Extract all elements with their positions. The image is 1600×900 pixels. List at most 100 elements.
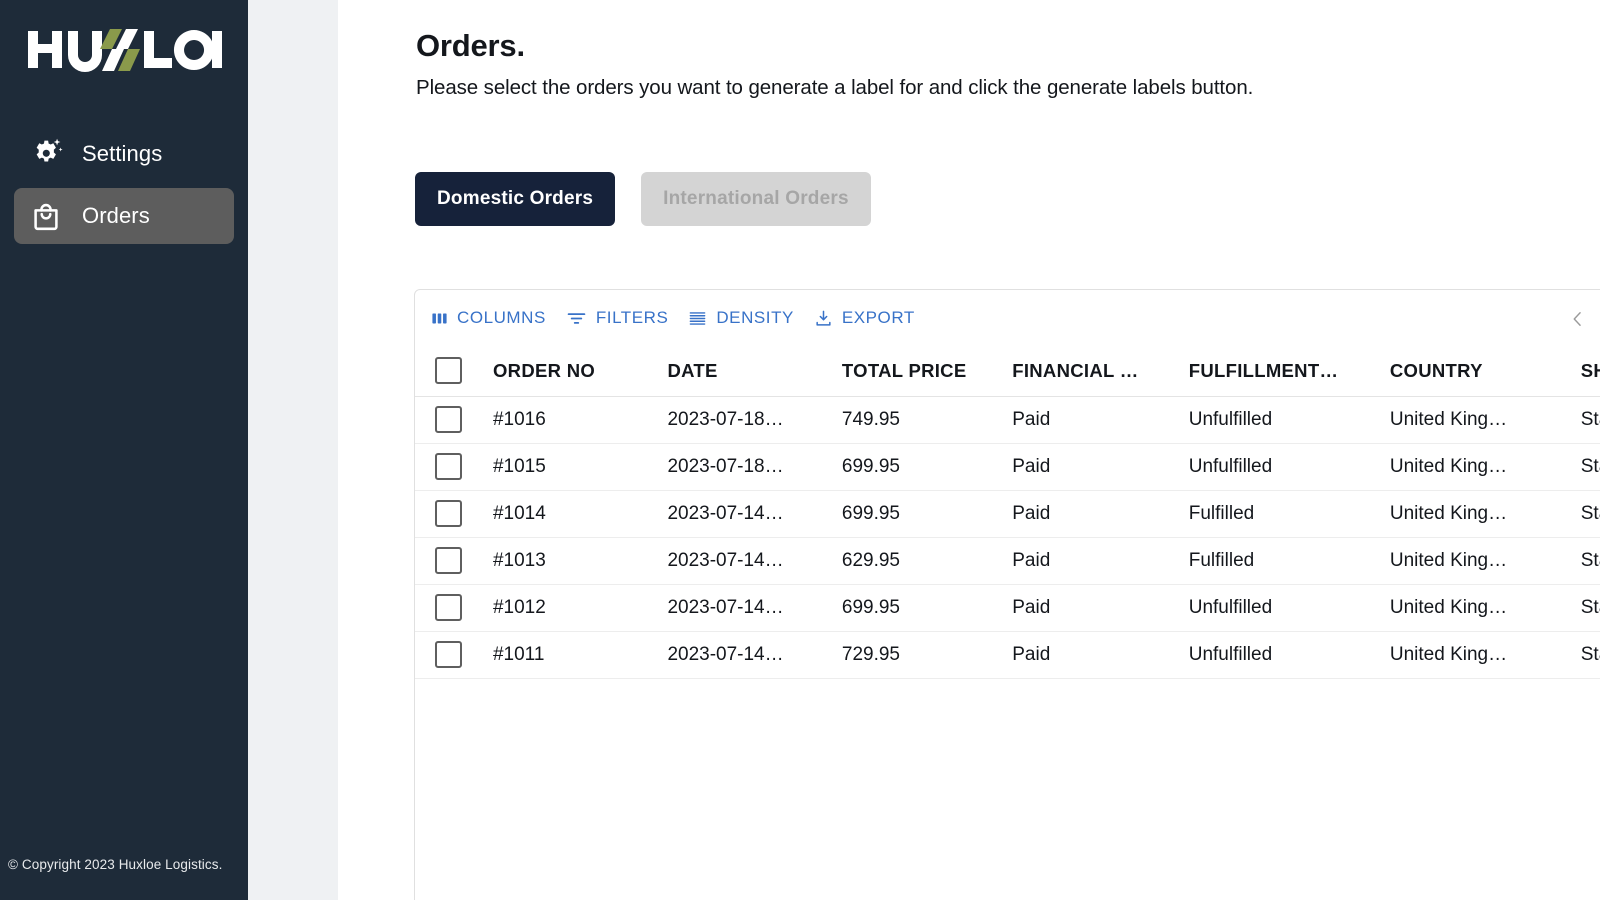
cell-date: 2023-07-14… bbox=[667, 584, 841, 631]
datagrid-toolbar: COLUMNS FILTERS bbox=[415, 290, 1600, 346]
cell-total-price: 749.95 bbox=[842, 396, 1012, 443]
cell-date: 2023-07-18… bbox=[667, 443, 841, 490]
density-button[interactable]: DENSITY bbox=[678, 302, 804, 334]
cell-date: 2023-07-14… bbox=[667, 537, 841, 584]
row-checkbox[interactable] bbox=[435, 641, 462, 668]
columns-button[interactable]: COLUMNS bbox=[421, 302, 556, 334]
cell-country: United King… bbox=[1390, 396, 1581, 443]
sidebar-item-orders[interactable]: Orders bbox=[14, 188, 234, 244]
row-select-cell bbox=[415, 631, 493, 678]
cell-country: United King… bbox=[1390, 443, 1581, 490]
cell-fulfillment-status: Fulfilled bbox=[1189, 537, 1390, 584]
columns-icon bbox=[431, 310, 448, 327]
orders-datagrid: COLUMNS FILTERS bbox=[414, 289, 1600, 900]
sidebar-item-label: Settings bbox=[70, 141, 162, 167]
cell-total-price: 699.95 bbox=[842, 443, 1012, 490]
row-checkbox[interactable] bbox=[435, 594, 462, 621]
cell-fulfillment-status: Fulfilled bbox=[1189, 490, 1390, 537]
row-select-cell bbox=[415, 396, 493, 443]
cell-order-no: #1015 bbox=[493, 443, 667, 490]
datagrid-empty-space bbox=[415, 679, 1600, 900]
page-title: Orders. bbox=[416, 28, 525, 64]
cell-order-no: #1011 bbox=[493, 631, 667, 678]
export-button[interactable]: EXPORT bbox=[804, 302, 925, 334]
shopping-bag-icon bbox=[30, 200, 70, 232]
cell-shipping: Sta bbox=[1581, 537, 1600, 584]
header-total-price[interactable]: TOTAL PRICE bbox=[842, 346, 1012, 396]
row-select-cell bbox=[415, 537, 493, 584]
table-row[interactable]: #1013 2023-07-14… 629.95 Paid Fulfilled … bbox=[415, 537, 1600, 584]
cell-fulfillment-status: Unfulfilled bbox=[1189, 443, 1390, 490]
header-country[interactable]: COUNTRY bbox=[1390, 346, 1581, 396]
cell-order-no: #1012 bbox=[493, 584, 667, 631]
cell-order-no: #1013 bbox=[493, 537, 667, 584]
row-checkbox[interactable] bbox=[435, 406, 462, 433]
cell-shipping: Sta bbox=[1581, 396, 1600, 443]
tab-international-orders[interactable]: International Orders bbox=[641, 172, 871, 226]
orders-table-head: ORDER NO DATE TOTAL PRICE FINANCIAL … FU… bbox=[415, 346, 1600, 396]
columns-button-label: COLUMNS bbox=[457, 308, 546, 328]
table-row[interactable]: #1016 2023-07-18… 749.95 Paid Unfulfille… bbox=[415, 396, 1600, 443]
cell-country: United King… bbox=[1390, 631, 1581, 678]
app-root: Settings Orders © Copyright 2023 Huxloe … bbox=[0, 0, 1600, 900]
orders-table-body: #1016 2023-07-18… 749.95 Paid Unfulfille… bbox=[415, 396, 1600, 678]
table-row[interactable]: #1015 2023-07-18… 699.95 Paid Unfulfille… bbox=[415, 443, 1600, 490]
cell-date: 2023-07-18… bbox=[667, 396, 841, 443]
cell-financial-status: Paid bbox=[1012, 537, 1189, 584]
table-header-row: ORDER NO DATE TOTAL PRICE FINANCIAL … FU… bbox=[415, 346, 1600, 396]
cell-fulfillment-status: Unfulfilled bbox=[1189, 631, 1390, 678]
filter-list-icon bbox=[566, 308, 587, 329]
cell-country: United King… bbox=[1390, 490, 1581, 537]
header-order-no[interactable]: ORDER NO bbox=[493, 346, 667, 396]
density-lines-icon bbox=[688, 309, 707, 328]
row-checkbox[interactable] bbox=[435, 547, 462, 574]
sidebar: Settings Orders © Copyright 2023 Huxloe … bbox=[0, 0, 248, 900]
cell-financial-status: Paid bbox=[1012, 584, 1189, 631]
header-financial-status[interactable]: FINANCIAL … bbox=[1012, 346, 1189, 396]
huxloe-logo-icon bbox=[26, 21, 222, 77]
cell-shipping: Sta bbox=[1581, 631, 1600, 678]
cell-country: United King… bbox=[1390, 584, 1581, 631]
header-fulfillment-status[interactable]: FULFILLMENT… bbox=[1189, 346, 1390, 396]
row-select-cell bbox=[415, 490, 493, 537]
row-select-cell bbox=[415, 443, 493, 490]
table-row[interactable]: #1012 2023-07-14… 699.95 Paid Unfulfille… bbox=[415, 584, 1600, 631]
filters-button-label: FILTERS bbox=[596, 308, 669, 328]
cell-date: 2023-07-14… bbox=[667, 631, 841, 678]
select-all-header bbox=[415, 346, 493, 396]
orders-table: ORDER NO DATE TOTAL PRICE FINANCIAL … FU… bbox=[415, 346, 1600, 679]
main-content: Orders. Please select the orders you wan… bbox=[338, 0, 1600, 900]
content-gutter bbox=[248, 0, 338, 900]
cell-financial-status: Paid bbox=[1012, 443, 1189, 490]
cell-total-price: 729.95 bbox=[842, 631, 1012, 678]
select-all-checkbox[interactable] bbox=[435, 357, 462, 384]
chevron-left-icon[interactable] bbox=[1565, 306, 1591, 332]
row-checkbox[interactable] bbox=[435, 500, 462, 527]
cell-shipping: Sta bbox=[1581, 490, 1600, 537]
cell-date: 2023-07-14… bbox=[667, 490, 841, 537]
table-row[interactable]: #1014 2023-07-14… 699.95 Paid Fulfilled … bbox=[415, 490, 1600, 537]
brand-logo[interactable] bbox=[0, 0, 248, 92]
cell-total-price: 699.95 bbox=[842, 490, 1012, 537]
filters-button[interactable]: FILTERS bbox=[556, 302, 679, 335]
sidebar-item-label: Orders bbox=[70, 203, 150, 229]
table-row[interactable]: #1011 2023-07-14… 729.95 Paid Unfulfille… bbox=[415, 631, 1600, 678]
cell-financial-status: Paid bbox=[1012, 396, 1189, 443]
tab-domestic-orders[interactable]: Domestic Orders bbox=[415, 172, 615, 226]
cell-shipping: Sta bbox=[1581, 584, 1600, 631]
page-subtitle: Please select the orders you want to gen… bbox=[416, 76, 1253, 100]
cell-country: United King… bbox=[1390, 537, 1581, 584]
order-type-tabs: Domestic Orders International Orders bbox=[415, 172, 871, 226]
cell-financial-status: Paid bbox=[1012, 490, 1189, 537]
cell-total-price: 629.95 bbox=[842, 537, 1012, 584]
settings-gear-sparkle-icon bbox=[30, 137, 70, 171]
header-date[interactable]: DATE bbox=[667, 346, 841, 396]
sidebar-nav: Settings Orders bbox=[0, 126, 248, 250]
sidebar-item-settings[interactable]: Settings bbox=[14, 126, 234, 182]
row-select-cell bbox=[415, 584, 493, 631]
cell-financial-status: Paid bbox=[1012, 631, 1189, 678]
cell-total-price: 699.95 bbox=[842, 584, 1012, 631]
header-shipping[interactable]: SHI bbox=[1581, 346, 1600, 396]
row-checkbox[interactable] bbox=[435, 453, 462, 480]
cell-order-no: #1016 bbox=[493, 396, 667, 443]
